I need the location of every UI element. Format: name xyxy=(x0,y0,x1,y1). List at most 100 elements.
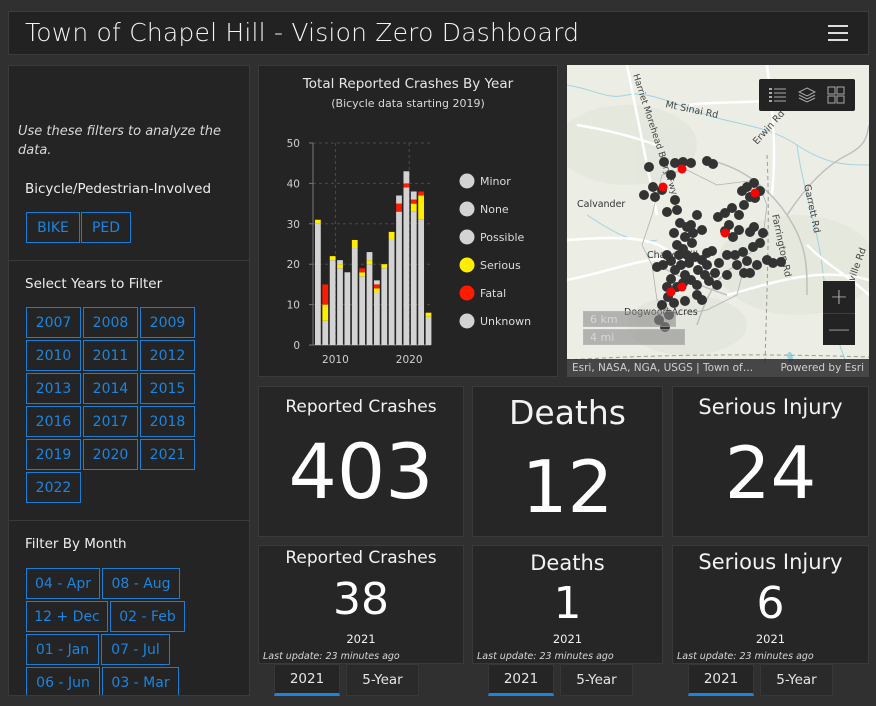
month-button-row: 01 - Jan 07 - Jul xyxy=(26,634,185,665)
month-filter-button[interactable]: 06 - Jun xyxy=(26,667,100,695)
bar-segment-2012-other xyxy=(351,248,358,345)
crash-point[interactable] xyxy=(755,238,765,248)
year-filter-button-2014[interactable]: 2014 xyxy=(83,373,138,404)
crash-point[interactable] xyxy=(669,228,679,238)
crash-point[interactable] xyxy=(697,225,707,235)
crash-point[interactable] xyxy=(692,280,702,290)
month-filter-button[interactable]: 04 - Apr xyxy=(26,568,100,599)
kpi-year: 2021 xyxy=(552,632,583,646)
fatal-crash-point[interactable] xyxy=(720,228,730,238)
year-filter-button-2007[interactable]: 2007 xyxy=(26,307,81,338)
month-filter-button[interactable]: 08 - Aug xyxy=(102,568,180,599)
month-filter-button[interactable]: 03 - Mar xyxy=(102,667,179,695)
legend-icon[interactable] xyxy=(767,84,789,106)
attribution-text[interactable]: Esri, NASA, NGA, USGS | Town of… xyxy=(572,362,753,374)
fatal-crash-point[interactable] xyxy=(666,287,676,297)
bar-segment-2008-fatal xyxy=(322,284,329,305)
year-filter-button-2015[interactable]: 2015 xyxy=(140,373,195,404)
year-filter-button-2016[interactable]: 2016 xyxy=(26,406,81,437)
year-filter-button-2010[interactable]: 2010 xyxy=(26,340,81,371)
fatal-crash-point[interactable] xyxy=(658,182,668,192)
tab-5-year[interactable]: 5-Year xyxy=(760,664,833,696)
month-filter-button[interactable]: 01 - Jan xyxy=(26,634,99,665)
month-filter-button[interactable]: 12 + Dec xyxy=(26,601,108,632)
crash-point[interactable] xyxy=(739,268,749,278)
crash-point[interactable] xyxy=(708,159,718,169)
bar-segment-2020-serious xyxy=(410,203,417,212)
crash-point[interactable] xyxy=(652,262,662,272)
crash-point[interactable] xyxy=(657,300,667,310)
crash-point[interactable] xyxy=(670,195,680,205)
year-filter-button-2020[interactable]: 2020 xyxy=(83,439,138,470)
crash-point[interactable] xyxy=(662,207,672,217)
crash-point[interactable] xyxy=(644,162,654,172)
crash-point[interactable] xyxy=(680,296,690,306)
crash-point[interactable] xyxy=(734,225,744,235)
fatal-crash-point[interactable] xyxy=(677,282,687,292)
crash-point[interactable] xyxy=(732,260,742,270)
year-filter-button-2012[interactable]: 2012 xyxy=(140,340,195,371)
crash-point[interactable] xyxy=(672,205,682,215)
year-filter-button-2017[interactable]: 2017 xyxy=(83,406,138,437)
month-filter-button[interactable]: 07 - Jul xyxy=(101,634,170,665)
crash-point[interactable] xyxy=(714,258,724,268)
crash-point[interactable] xyxy=(692,210,702,220)
crash-point[interactable] xyxy=(742,256,752,266)
crash-point[interactable] xyxy=(670,265,680,275)
year-filter-button-2011[interactable]: 2011 xyxy=(83,340,138,371)
year-filter-button-2019[interactable]: 2019 xyxy=(26,439,81,470)
mode-filter-heading: Bicycle/Pedestrian-Involved xyxy=(25,181,212,197)
bar-segment-2022-other xyxy=(425,316,432,345)
crash-point[interactable] xyxy=(749,222,759,232)
zoom-out-button[interactable]: — xyxy=(823,313,855,345)
year-filter-button-2022[interactable]: 2022 xyxy=(26,472,81,503)
tab-2021[interactable]: 2021 xyxy=(688,664,754,696)
crash-point[interactable] xyxy=(749,178,759,188)
crash-point[interactable] xyxy=(666,256,676,266)
crash-point[interactable] xyxy=(739,200,749,210)
crash-point[interactable] xyxy=(734,210,744,220)
crash-point[interactable] xyxy=(730,250,740,260)
layers-icon[interactable] xyxy=(796,84,818,106)
crash-point[interactable] xyxy=(707,246,717,256)
kpi-crashes-tabs: 2021 5-Year xyxy=(274,664,419,696)
bike-filter-button[interactable]: BIKE xyxy=(26,212,80,243)
crash-point[interactable] xyxy=(678,244,688,254)
ped-filter-button[interactable]: PED xyxy=(81,212,131,243)
crash-point[interactable] xyxy=(686,158,696,168)
crash-point[interactable] xyxy=(776,257,786,267)
crash-point[interactable] xyxy=(666,170,676,180)
month-filter-button[interactable]: 02 - Feb xyxy=(110,601,185,632)
tab-5-year[interactable]: 5-Year xyxy=(346,664,419,696)
crash-point[interactable] xyxy=(702,260,712,270)
crash-point[interactable] xyxy=(710,268,720,278)
hamburger-menu-icon[interactable] xyxy=(828,25,848,41)
fatal-crash-point[interactable] xyxy=(677,164,687,174)
crash-point[interactable] xyxy=(697,295,707,305)
crash-point[interactable] xyxy=(659,157,669,167)
crash-point[interactable] xyxy=(648,182,658,192)
crash-point[interactable] xyxy=(758,228,768,238)
year-filter-button-2021[interactable]: 2021 xyxy=(140,439,195,470)
crash-point[interactable] xyxy=(712,280,722,290)
crash-point[interactable] xyxy=(650,192,660,202)
year-filter-button-2018[interactable]: 2018 xyxy=(140,406,195,437)
crash-point[interactable] xyxy=(722,270,732,280)
year-filter-button-2013[interactable]: 2013 xyxy=(26,373,81,404)
fatal-crash-point[interactable] xyxy=(750,188,760,198)
kpi-deaths-tabs: 2021 5-Year xyxy=(488,664,633,696)
year-filter-button-2009[interactable]: 2009 xyxy=(140,307,195,338)
basemap-gallery-icon[interactable] xyxy=(825,84,847,106)
tab-5-year[interactable]: 5-Year xyxy=(560,664,633,696)
crash-map[interactable]: Mt Sinai Rd Harriet Morehead Berry Fwy E… xyxy=(567,65,869,377)
crashes-by-year-chart: Total Reported Crashes By Year (Bicycle … xyxy=(258,65,558,377)
crash-point[interactable] xyxy=(682,222,692,232)
tab-2021[interactable]: 2021 xyxy=(488,664,554,696)
crash-point[interactable] xyxy=(669,298,679,308)
crash-point[interactable] xyxy=(752,260,762,270)
powered-by-esri[interactable]: Powered by Esri xyxy=(780,362,864,374)
crash-point[interactable] xyxy=(639,190,649,200)
zoom-in-button[interactable]: + xyxy=(823,281,855,313)
tab-2021[interactable]: 2021 xyxy=(274,664,340,696)
year-filter-button-2008[interactable]: 2008 xyxy=(83,307,138,338)
